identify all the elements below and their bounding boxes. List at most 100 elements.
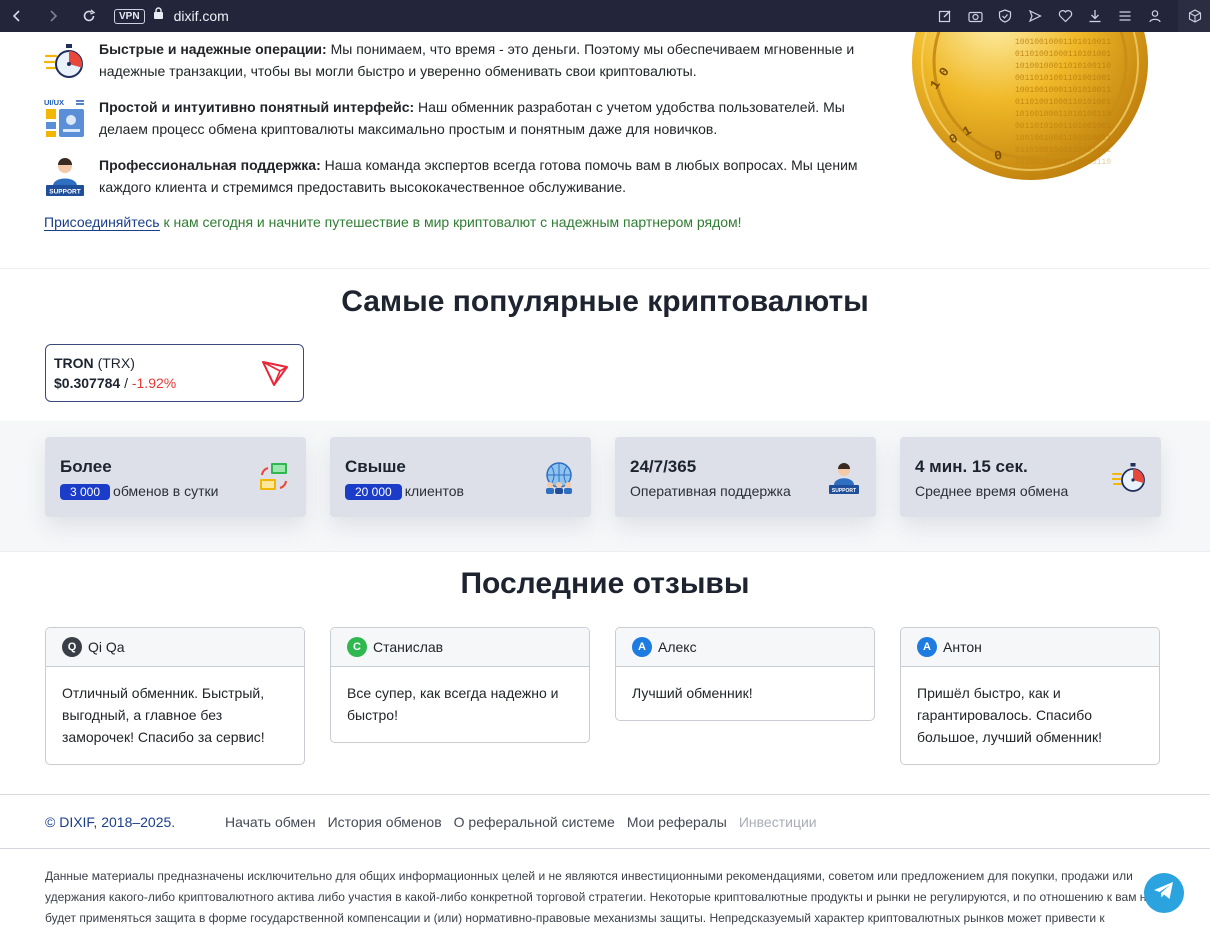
review-author: Алекс bbox=[658, 639, 697, 655]
review-text: Отличный обменник. Быстрый, выгодный, а … bbox=[62, 685, 265, 745]
review-header: С Станислав bbox=[331, 628, 589, 667]
avatar: А bbox=[917, 637, 937, 657]
avatar: С bbox=[347, 637, 367, 657]
footer-nav: Начать обмен История обменов О реферальн… bbox=[225, 814, 817, 830]
review-card: А Антон Пришёл быстро, как и гарантирова… bbox=[900, 627, 1160, 765]
stopwatch-icon bbox=[43, 40, 86, 82]
toolbar-icons bbox=[934, 5, 1166, 27]
crypto-name-line: TRON (TRX) bbox=[54, 355, 295, 371]
svg-text:01101001000110101001: 01101001000110101001 bbox=[1015, 98, 1111, 107]
popular-heading: Самые популярные криптовалюты bbox=[341, 285, 869, 318]
footer-link-my-referrals[interactable]: Мои рефералы bbox=[627, 814, 727, 830]
forward-icon[interactable] bbox=[42, 5, 64, 27]
section-divider bbox=[0, 268, 1210, 269]
crypto-change: -1.92% bbox=[131, 375, 177, 391]
review-text: Лучший обменник! bbox=[632, 685, 753, 701]
join-text: Присоединяйтесь к нам сегодня и начните … bbox=[44, 214, 742, 231]
crypto-ticker: (TRX) bbox=[97, 355, 135, 371]
review-card: А Алекс Лучший обменник! bbox=[615, 627, 875, 721]
support-agent-icon: SUPPORT bbox=[44, 156, 86, 198]
crypto-name: TRON bbox=[54, 355, 94, 371]
exchange-screens-icon bbox=[257, 461, 291, 495]
footer-divider bbox=[0, 848, 1210, 849]
section-divider bbox=[0, 551, 1210, 552]
svg-text:SUPPORT: SUPPORT bbox=[49, 189, 80, 196]
svg-text:10010010001101010011: 10010010001101010011 bbox=[1015, 86, 1111, 95]
feature-fast: Быстрые и надежные операции: Мы понимаем… bbox=[43, 38, 864, 96]
review-card: Q Qi Qa Отличный обменник. Быстрый, выго… bbox=[45, 627, 305, 765]
stopwatch-icon bbox=[1111, 461, 1146, 495]
telegram-button[interactable] bbox=[1144, 873, 1184, 913]
reload-icon[interactable] bbox=[78, 5, 100, 27]
footer-divider bbox=[0, 794, 1210, 795]
footer-link-start-exchange[interactable]: Начать обмен bbox=[225, 814, 316, 830]
browser-address-area: VPN dixif.com bbox=[0, 0, 1178, 32]
shield-icon[interactable] bbox=[994, 5, 1016, 27]
extensions-cube-icon[interactable] bbox=[1184, 5, 1206, 27]
support-agent-icon: SUPPORT bbox=[827, 461, 861, 495]
crypto-price: $0.307784 bbox=[54, 375, 121, 391]
svg-text:10100100011010100110: 10100100011010100110 bbox=[1015, 158, 1111, 167]
svg-text:00110101001101001001: 00110101001101001001 bbox=[1015, 122, 1111, 131]
crypto-price-separator: / bbox=[120, 375, 132, 391]
heart-icon[interactable] bbox=[1054, 5, 1076, 27]
stat-text: Оперативная поддержка bbox=[630, 483, 791, 499]
globe-people-icon bbox=[542, 461, 576, 495]
review-text: Все супер, как всегда надежно и быстро! bbox=[347, 685, 559, 723]
svg-text:SUPPORT: SUPPORT bbox=[832, 488, 856, 494]
copyright: © DIXIF, 2018–2025. bbox=[45, 814, 176, 830]
menu-list-icon[interactable] bbox=[1114, 5, 1136, 27]
crypto-card-tron[interactable]: TRON (TRX) $0.307784 / -1.92% bbox=[45, 344, 304, 402]
join-link[interactable]: Присоединяйтесь bbox=[44, 214, 160, 231]
profile-icon[interactable] bbox=[1144, 5, 1166, 27]
stat-badge: 3 000 bbox=[60, 484, 111, 500]
stat-support: 24/7/365 Оперативная поддержка SUPPORT bbox=[615, 437, 876, 517]
vpn-badge[interactable]: VPN bbox=[114, 8, 145, 24]
review-text: Пришёл быстро, как и гарантировалось. Сп… bbox=[917, 685, 1102, 745]
bitcoin-coin-image: 1 0 0 1 0 10010010001101010011 011010010… bbox=[900, 32, 1155, 182]
svg-text:10010010001101010011: 10010010001101010011 bbox=[1015, 134, 1111, 143]
download-icon[interactable] bbox=[1084, 5, 1106, 27]
stat-time: 4 мин. 15 сек. Среднее время обмена bbox=[900, 437, 1161, 517]
back-icon[interactable] bbox=[6, 5, 28, 27]
stat-exchanges: Более 3 000 обменов в сутки bbox=[45, 437, 306, 517]
camera-icon[interactable] bbox=[964, 5, 986, 27]
disclaimer-text: Данные материалы предназначены исключите… bbox=[45, 869, 1154, 925]
review-author: Станислав bbox=[373, 639, 444, 655]
review-author: Qi Qa bbox=[88, 639, 125, 655]
svg-text:10100100011010100110: 10100100011010100110 bbox=[1015, 62, 1111, 71]
svg-text:01101001000110101001: 01101001000110101001 bbox=[1015, 146, 1111, 155]
review-card: С Станислав Все супер, как всегда надежн… bbox=[330, 627, 590, 743]
edit-icon[interactable] bbox=[934, 5, 956, 27]
feature-fast-title: Быстрые и надежные операции: bbox=[99, 41, 327, 57]
svg-text:UI/UX: UI/UX bbox=[44, 98, 64, 107]
svg-text:10100100011010100110: 10100100011010100110 bbox=[1015, 110, 1111, 119]
footer-link-referral[interactable]: О реферальной системе bbox=[454, 814, 615, 830]
feature-support: SUPPORT Профессиональная поддержка: Наша… bbox=[44, 154, 864, 212]
tron-icon bbox=[261, 359, 289, 392]
crypto-price-line: $0.307784 / -1.92% bbox=[54, 375, 295, 391]
review-header: Q Qi Qa bbox=[46, 628, 304, 667]
footer-link-history[interactable]: История обменов bbox=[328, 814, 442, 830]
stat-text: обменов в сутки bbox=[113, 483, 219, 499]
stat-text: клиентов bbox=[404, 483, 464, 499]
review-header: А Антон bbox=[901, 628, 1159, 667]
review-header: А Алекс bbox=[616, 628, 874, 667]
telegram-icon bbox=[1153, 881, 1175, 906]
address-bar[interactable]: dixif.com bbox=[174, 8, 229, 24]
reviews-heading: Последние отзывы bbox=[460, 567, 750, 600]
send-icon[interactable] bbox=[1024, 5, 1046, 27]
footer-link-investments[interactable]: Инвестиции bbox=[739, 814, 817, 830]
svg-text:10010010001101010011: 10010010001101010011 bbox=[1015, 38, 1111, 47]
browser-toolbar: VPN dixif.com bbox=[0, 0, 1210, 32]
stat-clients: Свыше 20 000 клиентов bbox=[330, 437, 591, 517]
feature-interface: UI/UX Простой и интуитивно понятный инте… bbox=[44, 96, 864, 154]
stat-text: Среднее время обмена bbox=[915, 483, 1069, 499]
feature-interface-title: Простой и интуитивно понятный интерфейс: bbox=[99, 99, 415, 115]
avatar: Q bbox=[62, 637, 82, 657]
avatar: А bbox=[632, 637, 652, 657]
feature-support-title: Профессиональная поддержка: bbox=[99, 157, 321, 173]
ui-ux-icon: UI/UX bbox=[44, 98, 86, 140]
lock-icon[interactable] bbox=[153, 7, 164, 25]
stat-badge: 20 000 bbox=[345, 484, 402, 500]
